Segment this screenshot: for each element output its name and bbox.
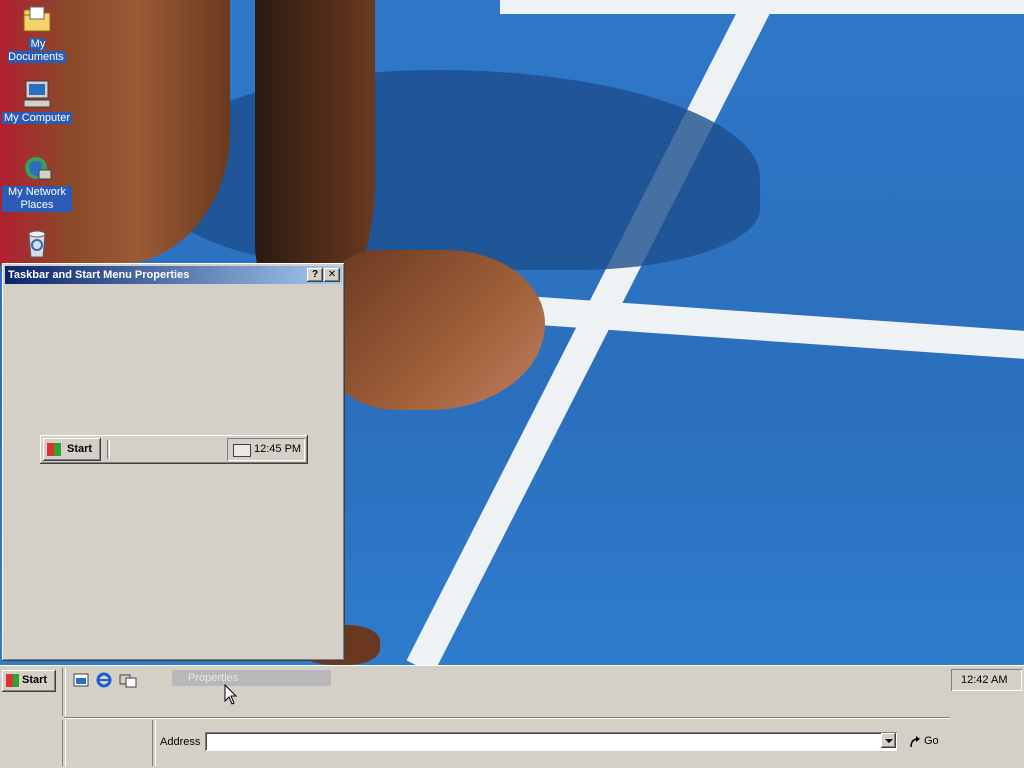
go-button[interactable]: Go	[908, 734, 944, 750]
taskbar-preview: Start 12:45 PM	[40, 435, 308, 464]
desktop-switch-icon[interactable]	[119, 672, 137, 688]
chevron-down-icon	[885, 739, 893, 743]
toolbar-divider	[64, 717, 950, 719]
windows-logo-icon	[47, 443, 61, 456]
context-menu-item-properties[interactable]: Properties	[172, 670, 331, 686]
close-button[interactable]: ✕	[324, 268, 340, 282]
preview-clock: 12:45 PM	[254, 443, 302, 455]
toolbar-separator	[152, 720, 156, 766]
go-label: Go	[924, 735, 939, 747]
desktop-icon-label: My Documents	[8, 38, 66, 63]
preview-start-button: Start	[43, 438, 101, 461]
preview-separator	[107, 440, 110, 459]
mouse-cursor-icon	[224, 683, 238, 709]
recycle-bin-icon	[21, 227, 53, 259]
printer-icon	[233, 444, 251, 457]
address-input[interactable]	[205, 732, 897, 751]
taskbar-clock[interactable]: 12:42 AM	[961, 674, 1007, 686]
go-arrow-icon	[908, 735, 922, 752]
desktop-icon-recycle-bin[interactable]	[0, 227, 74, 261]
context-menu-label: Properties	[188, 672, 239, 684]
desktop-icon-label: My Computer	[1, 112, 73, 124]
dialog-title: Taskbar and Start Menu Properties	[8, 269, 190, 281]
desktop-icon-my-documents[interactable]: My Documents	[0, 4, 74, 64]
start-label: Start	[22, 674, 48, 686]
address-dropdown-button[interactable]	[881, 733, 896, 748]
taskbar: Start Properties 12:42 AM Address	[0, 665, 1024, 768]
desktop-icon-label: My Network Places	[2, 186, 72, 212]
windows-logo-icon	[6, 674, 19, 687]
address-label: Address	[160, 736, 201, 748]
network-icon	[21, 152, 53, 184]
toolbar-separator	[62, 720, 66, 766]
dialog-title-bar[interactable]: Taskbar and Start Menu Properties ? ✕	[5, 266, 342, 284]
taskbar-properties-dialog: Taskbar and Start Menu Properties ? ✕ St…	[2, 263, 345, 661]
preview-tray: 12:45 PM	[227, 438, 305, 461]
track-line	[500, 0, 1024, 14]
runner-hand	[330, 250, 545, 410]
start-button[interactable]: Start	[2, 670, 56, 692]
desktop-icon-my-network-places[interactable]: My Network Places	[0, 152, 74, 212]
system-tray: 12:42 AM	[951, 669, 1022, 691]
runner-shadow	[160, 70, 760, 270]
folder-icon	[21, 4, 53, 36]
desktop-icon-my-computer[interactable]: My Computer	[0, 78, 74, 125]
computer-icon	[21, 78, 53, 110]
toolbar-separator	[62, 668, 66, 716]
help-button[interactable]: ?	[307, 268, 323, 282]
preview-start-label: Start	[67, 443, 93, 455]
internet-explorer-icon[interactable]	[96, 672, 112, 688]
show-desktop-icon[interactable]	[73, 672, 89, 688]
